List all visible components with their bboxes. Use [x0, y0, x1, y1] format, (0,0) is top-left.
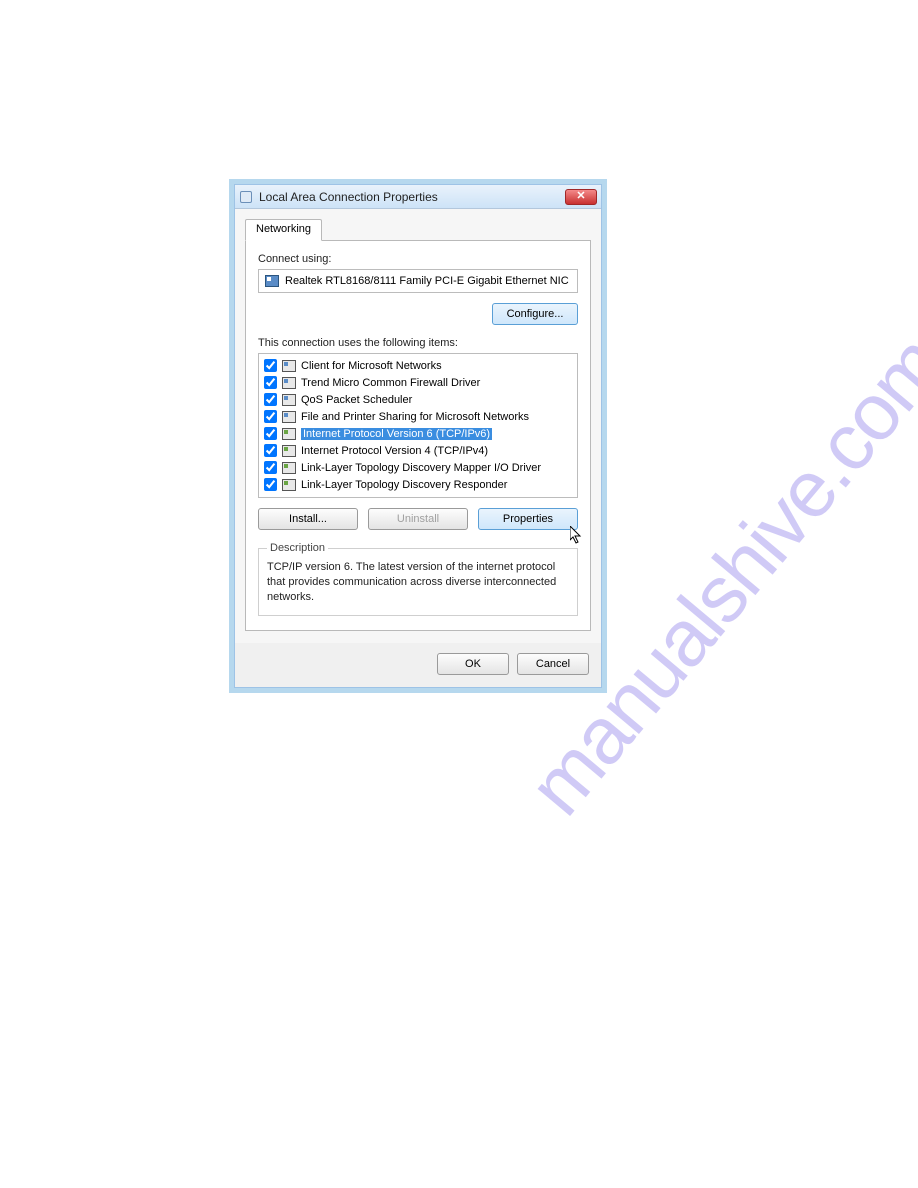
tab-panel: Connect using: Realtek RTL8168/8111 Fami… [245, 240, 591, 631]
item-checkbox[interactable] [264, 376, 277, 389]
close-button[interactable]: ✕ [565, 189, 597, 205]
nic-icon [265, 275, 279, 287]
protocol-icon [282, 428, 296, 440]
client-area: Networking Connect using: Realtek RTL816… [235, 209, 601, 643]
item-label: Internet Protocol Version 4 (TCP/IPv4) [301, 445, 488, 457]
tabstrip: Networking [245, 217, 591, 241]
component-icon [282, 377, 296, 389]
item-label: Trend Micro Common Firewall Driver [301, 377, 480, 389]
component-icon [282, 394, 296, 406]
items-label: This connection uses the following items… [258, 337, 578, 349]
item-checkbox[interactable] [264, 427, 277, 440]
item-label: Link-Layer Topology Discovery Mapper I/O… [301, 462, 541, 474]
item-label: Client for Microsoft Networks [301, 360, 442, 372]
list-item[interactable]: Link-Layer Topology Discovery Responder [263, 476, 573, 493]
item-label: Internet Protocol Version 6 (TCP/IPv6) [301, 428, 492, 440]
list-item[interactable]: Link-Layer Topology Discovery Mapper I/O… [263, 459, 573, 476]
connection-items-list[interactable]: Client for Microsoft Networks Trend Micro… [258, 353, 578, 498]
description-legend: Description [267, 542, 328, 554]
window-icon [239, 190, 253, 204]
item-checkbox[interactable] [264, 444, 277, 457]
item-label: File and Printer Sharing for Microsoft N… [301, 411, 529, 423]
protocol-icon [282, 479, 296, 491]
titlebar[interactable]: Local Area Connection Properties ✕ [235, 185, 601, 209]
protocol-icon [282, 445, 296, 457]
ok-button[interactable]: OK [437, 653, 509, 675]
component-icon [282, 360, 296, 372]
description-text: TCP/IP version 6. The latest version of … [267, 560, 569, 605]
list-item[interactable]: File and Printer Sharing for Microsoft N… [263, 408, 573, 425]
list-item[interactable]: Trend Micro Common Firewall Driver [263, 374, 573, 391]
dialog-footer: OK Cancel [235, 643, 601, 687]
adapter-name: Realtek RTL8168/8111 Family PCI-E Gigabi… [285, 275, 569, 287]
item-checkbox[interactable] [264, 359, 277, 372]
item-checkbox[interactable] [264, 393, 277, 406]
component-icon [282, 411, 296, 423]
tab-networking[interactable]: Networking [245, 219, 322, 241]
item-checkbox[interactable] [264, 478, 277, 491]
connect-using-label: Connect using: [258, 253, 578, 265]
adapter-field[interactable]: Realtek RTL8168/8111 Family PCI-E Gigabi… [258, 269, 578, 293]
install-button[interactable]: Install... [258, 508, 358, 530]
window-title: Local Area Connection Properties [259, 190, 438, 204]
dialog-local-area-connection-properties: Local Area Connection Properties ✕ Netwo… [234, 184, 602, 688]
list-item[interactable]: Internet Protocol Version 4 (TCP/IPv4) [263, 442, 573, 459]
list-item[interactable]: Client for Microsoft Networks [263, 357, 573, 374]
item-checkbox[interactable] [264, 461, 277, 474]
cancel-button[interactable]: Cancel [517, 653, 589, 675]
description-group: Description TCP/IP version 6. The latest… [258, 542, 578, 616]
item-checkbox[interactable] [264, 410, 277, 423]
item-label: Link-Layer Topology Discovery Responder [301, 479, 507, 491]
list-item[interactable]: Internet Protocol Version 6 (TCP/IPv6) [263, 425, 573, 442]
close-icon: ✕ [576, 191, 585, 202]
uninstall-button[interactable]: Uninstall [368, 508, 468, 530]
protocol-icon [282, 462, 296, 474]
list-item[interactable]: QoS Packet Scheduler [263, 391, 573, 408]
item-label: QoS Packet Scheduler [301, 394, 412, 406]
properties-button[interactable]: Properties [478, 508, 578, 530]
configure-button[interactable]: Configure... [492, 303, 578, 325]
